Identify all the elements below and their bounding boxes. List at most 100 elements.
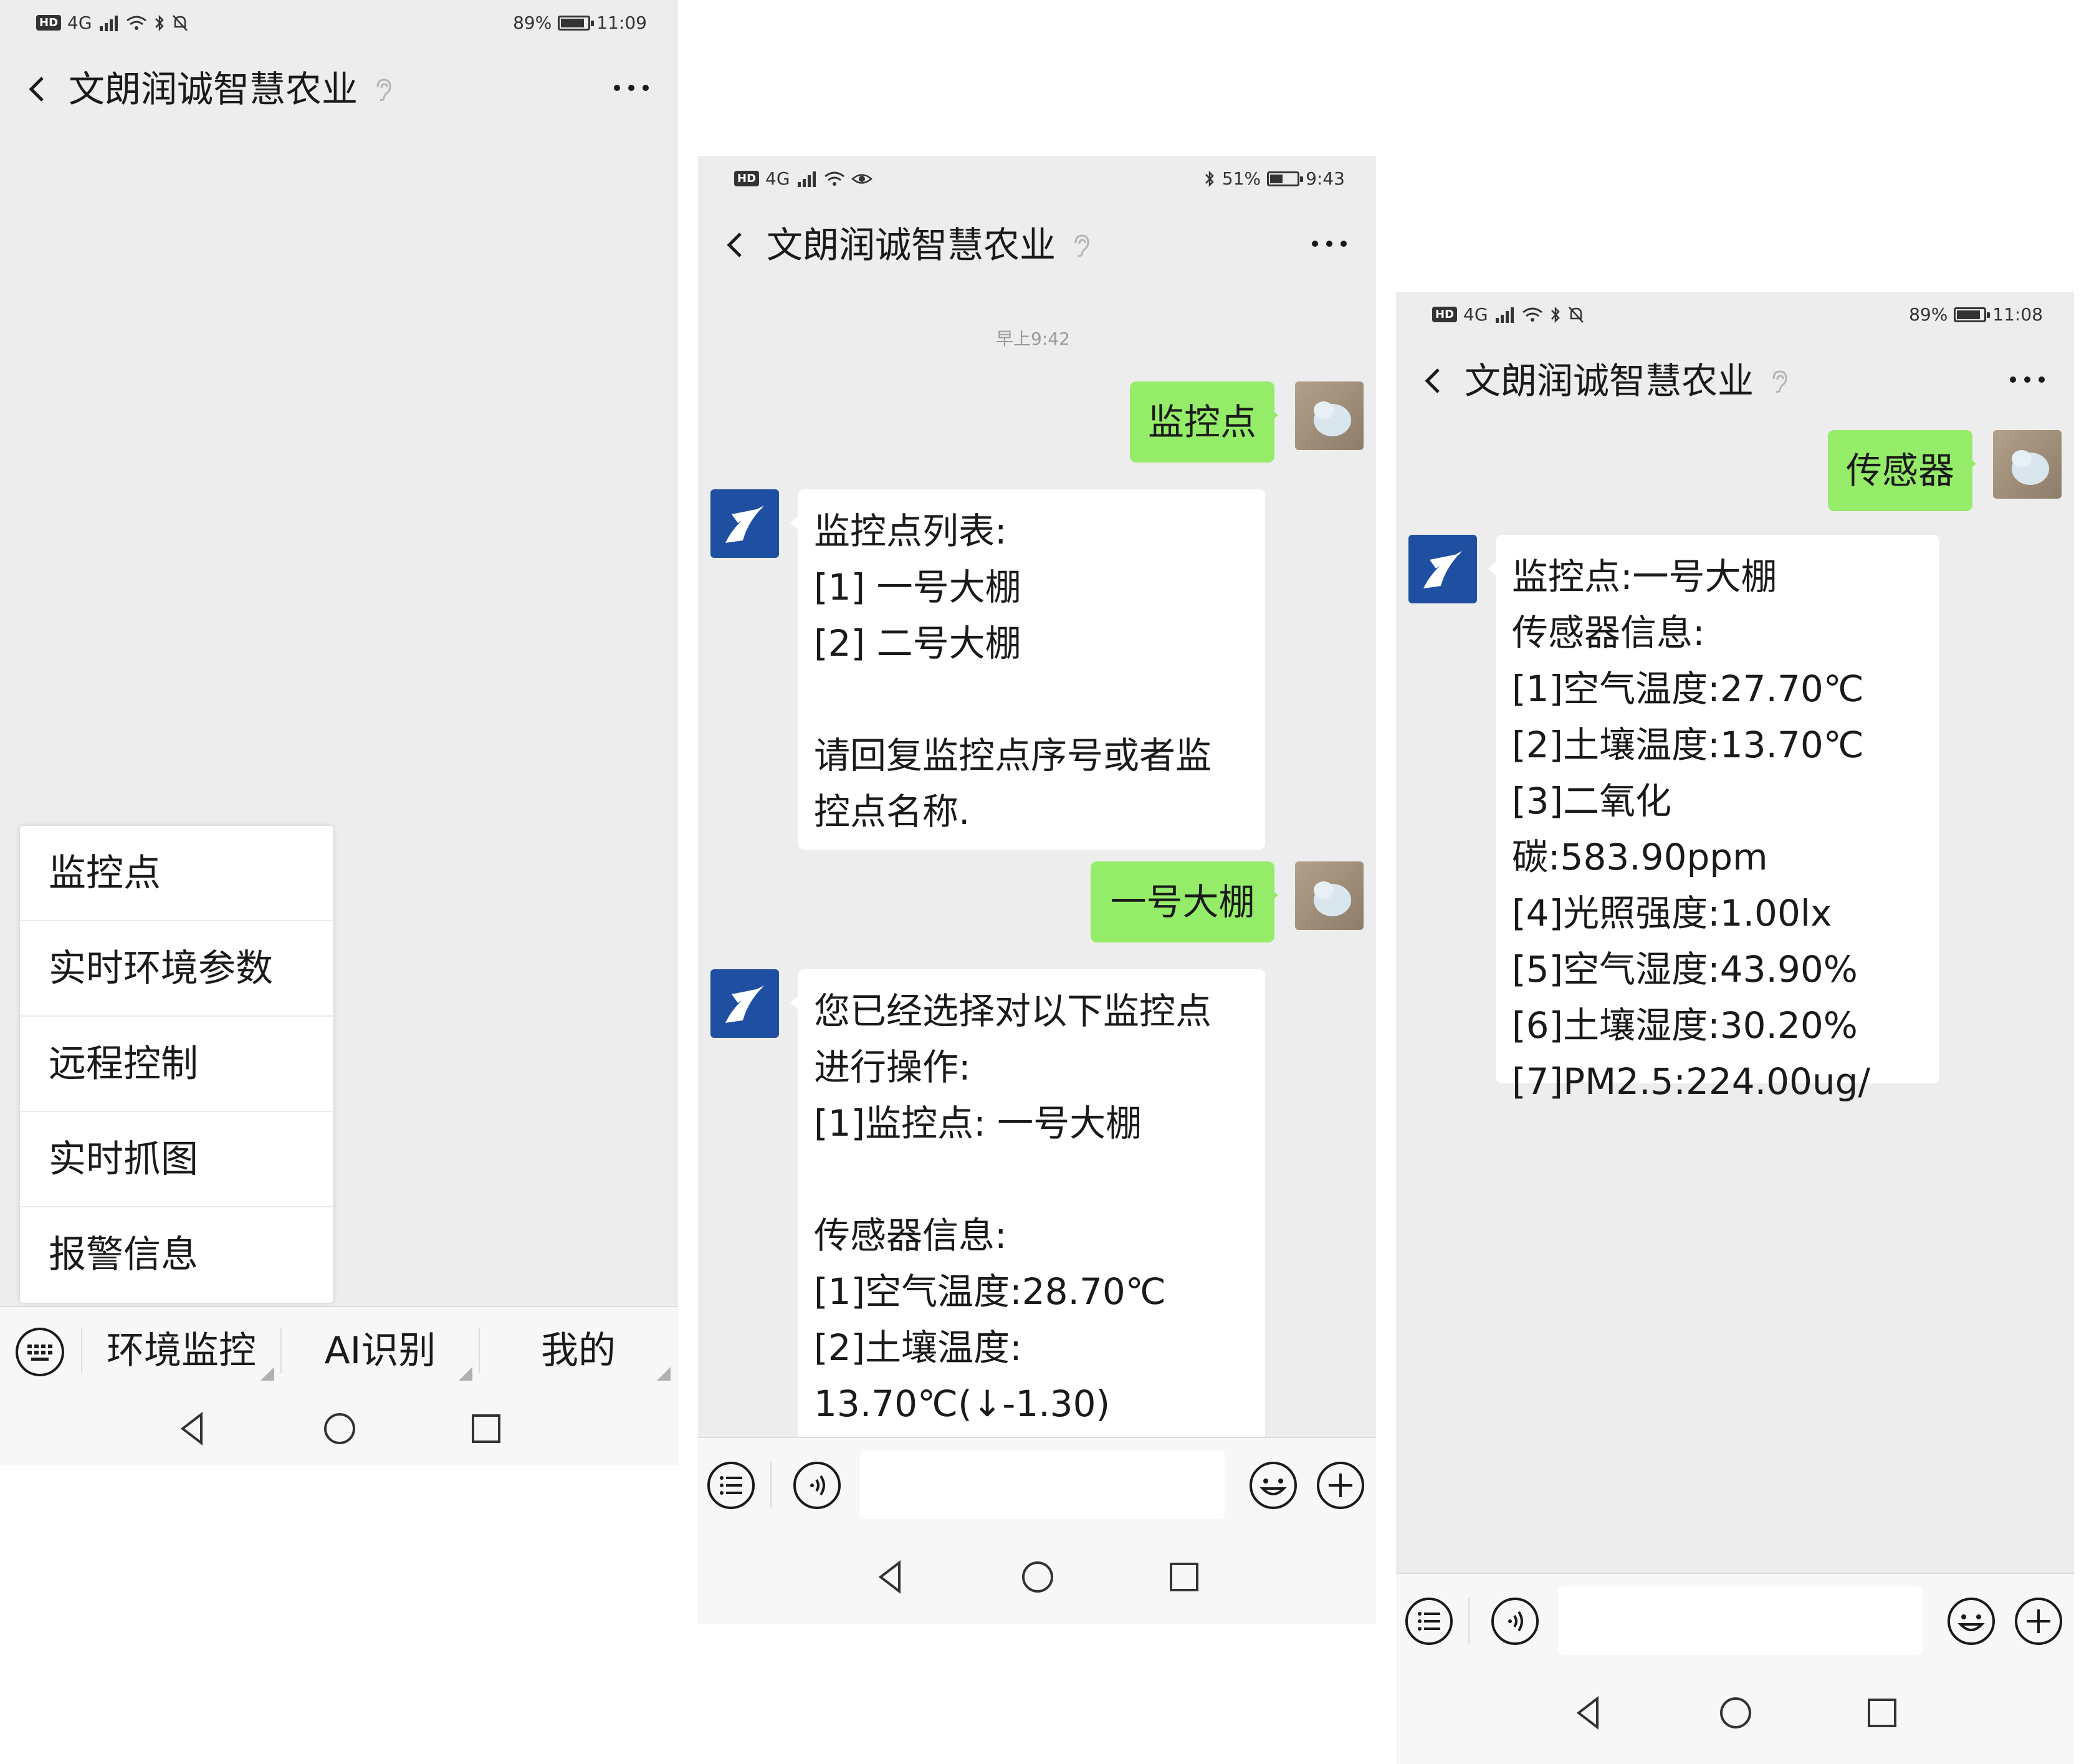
nav-recent-icon[interactable] (1860, 1691, 1904, 1735)
plus-icon[interactable] (2013, 1596, 2064, 1647)
status-right: 51% 9:43 (1203, 168, 1345, 189)
phone-screen-chat-sensor: HD 4G 89% 11:08 文朗润诚智慧农业 传感器 监控点:一号大棚 传感… (1396, 292, 2074, 1764)
battery-level: 89% (1909, 304, 1948, 325)
tab-label: 环境监控 (107, 1329, 256, 1373)
inputbar-divider (1468, 1598, 1470, 1644)
nav-home-icon[interactable] (318, 1407, 361, 1450)
more-icon[interactable] (1307, 228, 1351, 259)
tab-env-monitor[interactable]: 环境监控 (82, 1307, 280, 1394)
list-icon[interactable] (1403, 1596, 1455, 1647)
bot-avatar[interactable] (710, 969, 779, 1038)
network-label: 4G (1463, 304, 1488, 325)
submenu-indicator (260, 1367, 274, 1381)
battery-icon (558, 15, 595, 31)
more-icon[interactable] (609, 72, 653, 103)
phone-screen-chat-monitor: HD 4G 51% 9:43 文朗润诚智慧农业 早上9:42 监控点 监控点列表… (698, 156, 1376, 1624)
tab-mine[interactable]: 我的 (480, 1307, 677, 1394)
voice-icon[interactable] (791, 1460, 843, 1511)
list-icon[interactable] (705, 1460, 757, 1511)
plus-icon[interactable] (1315, 1460, 1366, 1511)
menu-item-realtime-env[interactable]: 实时环境参数 (20, 921, 333, 1017)
emoji-icon[interactable] (1946, 1596, 1997, 1647)
message-input[interactable] (860, 1450, 1225, 1519)
signal-icon (797, 171, 816, 187)
system-navbar (1396, 1666, 2074, 1764)
battery-level: 51% (1221, 168, 1261, 189)
mute-icon (172, 14, 188, 31)
clock: 11:08 (1992, 304, 2043, 325)
battery-level: 89% (513, 12, 552, 33)
wifi-icon (824, 171, 844, 186)
nav-home-icon[interactable] (1016, 1555, 1059, 1599)
more-icon[interactable] (2005, 364, 2049, 395)
status-left: HD 4G (36, 12, 188, 33)
user-message[interactable]: 监控点 (1130, 381, 1278, 463)
clock: 9:43 (1306, 168, 1345, 189)
emoji-icon[interactable] (1248, 1460, 1299, 1511)
status-right: 89% 11:09 (513, 12, 647, 33)
nav-back-icon[interactable] (171, 1407, 215, 1450)
menu-item-alarm[interactable]: 报警信息 (20, 1207, 333, 1303)
message-timestamp: 早上9:42 (996, 328, 1070, 349)
submenu-popup: 监控点 实时环境参数 远程控制 实时抓图 报警信息 (20, 826, 333, 1303)
eye-icon (851, 173, 872, 184)
ear-icon (1074, 234, 1089, 257)
nav-recent-icon[interactable] (1162, 1555, 1206, 1599)
menu-item-remote-control[interactable]: 远程控制 (20, 1017, 333, 1112)
tab-ai-recognition[interactable]: AI识别 (282, 1307, 479, 1394)
network-label: 4G (765, 168, 790, 189)
chat-title: 文朗润诚智慧农业 (767, 224, 1056, 266)
voice-icon[interactable] (1489, 1596, 1541, 1647)
submenu-indicator (657, 1367, 671, 1381)
chat-titlebar: 文朗润诚智慧农业 (698, 204, 1376, 285)
tab-label: 我的 (541, 1329, 616, 1373)
user-message[interactable]: 传感器 (1828, 430, 1976, 511)
status-left: HD 4G (734, 168, 872, 189)
menu-item-realtime-capture[interactable]: 实时抓图 (20, 1112, 333, 1207)
bot-avatar[interactable] (1408, 535, 1477, 603)
signal-icon (1495, 307, 1514, 323)
status-bar: HD 4G 89% 11:09 (0, 0, 678, 49)
bot-message[interactable]: 监控点列表: [1] 一号大棚 [2] 二号大棚 请回复监控点序号或者监 控点名… (790, 489, 1265, 850)
nav-recent-icon[interactable] (464, 1407, 508, 1450)
system-navbar (698, 1530, 1376, 1624)
nav-back-icon[interactable] (1567, 1691, 1611, 1735)
menu-item-monitor-point[interactable]: 监控点 (20, 826, 333, 921)
chat-titlebar: 文朗润诚智慧农业 (1396, 340, 2074, 421)
battery-fill (1957, 310, 1981, 319)
status-bar: HD 4G 89% 11:08 (1396, 292, 2074, 340)
back-icon[interactable] (717, 226, 754, 264)
user-avatar[interactable] (1295, 381, 1364, 450)
chat-titlebar: 文朗润诚智慧农业 (0, 49, 678, 130)
user-avatar[interactable] (1295, 861, 1364, 930)
clock: 11:09 (596, 12, 647, 33)
bluetooth-icon (1551, 306, 1560, 323)
service-menubar: 环境监控 AI识别 我的 (0, 1306, 678, 1394)
back-icon[interactable] (1415, 362, 1452, 400)
hd-badge: HD (1432, 307, 1458, 322)
network-label: 4G (67, 12, 92, 33)
battery-icon (1954, 307, 1991, 322)
tab-label: AI识别 (324, 1329, 436, 1373)
wifi-icon (126, 16, 146, 30)
battery-fill (561, 18, 585, 27)
battery-icon (1267, 171, 1304, 186)
nav-back-icon[interactable] (869, 1555, 913, 1599)
battery-fill (1270, 174, 1283, 183)
back-icon[interactable] (19, 70, 56, 108)
user-message[interactable]: 一号大棚 (1091, 861, 1278, 942)
bluetooth-icon (155, 14, 164, 31)
hd-badge: HD (734, 171, 760, 186)
bluetooth-icon (1205, 170, 1214, 187)
hd-badge: HD (36, 15, 62, 31)
system-navbar (0, 1393, 678, 1465)
nav-home-icon[interactable] (1714, 1691, 1757, 1735)
phone-screen-menu: HD 4G 89% 11:09 文朗润诚智慧农业 监控点 实时环境参数 远程控制… (0, 0, 678, 1465)
chat-input-bar (698, 1437, 1376, 1532)
message-input[interactable] (1558, 1586, 1923, 1655)
user-avatar[interactable] (1993, 430, 2062, 499)
bot-message[interactable]: 监控点:一号大棚 传感器信息: [1]空气温度:27.70℃ [2]土壤温度:1… (1488, 535, 1939, 1103)
bot-avatar[interactable] (710, 489, 779, 558)
status-bar: HD 4G 51% 9:43 (698, 156, 1376, 204)
keyboard-icon[interactable] (14, 1326, 66, 1378)
